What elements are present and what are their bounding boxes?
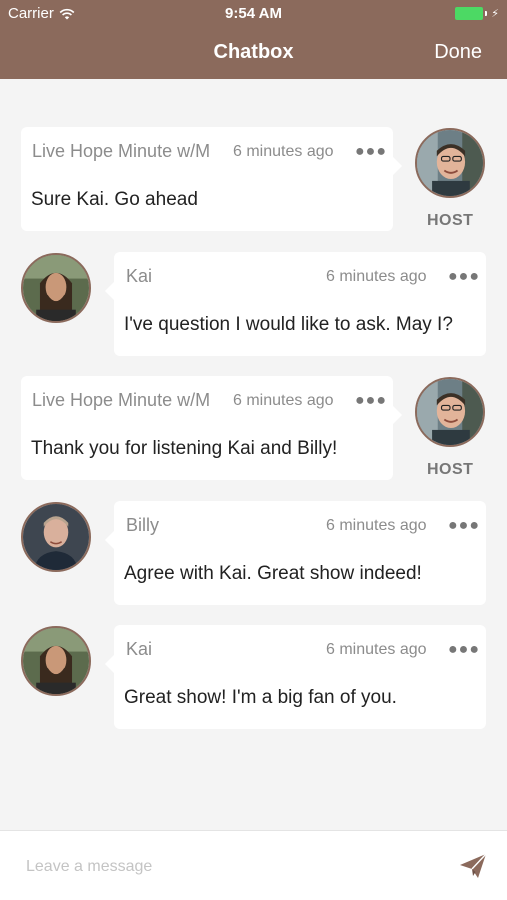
more-icon[interactable]: ●●● bbox=[355, 143, 387, 161]
clock: 9:54 AM bbox=[225, 5, 282, 22]
sender-name: Kai bbox=[126, 639, 153, 659]
message-time: 6 minutes ago bbox=[233, 392, 334, 409]
message-bubble: Live Hope Minute w/M 6 minutes ago ●●● T… bbox=[21, 376, 402, 480]
more-icon[interactable]: ●●● bbox=[448, 517, 480, 535]
sender-name: Kai bbox=[126, 266, 153, 286]
page-title: Chatbox bbox=[213, 41, 294, 63]
message-bubble: Billy 6 minutes ago ●●● Agree with Kai. … bbox=[105, 501, 486, 605]
message-time: 6 minutes ago bbox=[326, 641, 427, 658]
more-icon[interactable]: ●●● bbox=[448, 641, 480, 659]
message-text: Sure Kai. Go ahead bbox=[31, 189, 198, 210]
message-text: Thank you for listening Kai and Billy! bbox=[31, 438, 338, 459]
chat-screen: Carrier 9:54 AM ⚡ Chatbox Done Live Hope… bbox=[0, 0, 507, 900]
message-text: Great show! I'm a big fan of you. bbox=[124, 687, 397, 708]
message-input[interactable] bbox=[24, 853, 428, 881]
status-bar: Carrier 9:54 AM ⚡ bbox=[0, 0, 507, 28]
billy-avatar[interactable] bbox=[21, 502, 91, 572]
kai-avatar[interactable] bbox=[21, 626, 91, 696]
message-bubble: Live Hope Minute w/M 6 minutes ago ●●● S… bbox=[21, 127, 402, 231]
sender-name: Live Hope Minute w/M bbox=[32, 390, 211, 410]
kai-avatar[interactable] bbox=[21, 253, 91, 323]
message-bubble: Kai 6 minutes ago ●●● I've question I wo… bbox=[105, 252, 486, 356]
sender-name: Live Hope Minute w/M bbox=[32, 141, 211, 161]
more-icon[interactable]: ●●● bbox=[448, 268, 480, 286]
message-text: I've question I would like to ask. May I… bbox=[124, 314, 453, 335]
paper-plane-icon[interactable] bbox=[459, 852, 487, 880]
done-button[interactable]: Done bbox=[434, 41, 482, 64]
host-avatar[interactable] bbox=[415, 128, 485, 198]
message-text: Agree with Kai. Great show indeed! bbox=[124, 563, 422, 584]
host-label: HOST bbox=[427, 212, 474, 229]
header: Carrier 9:54 AM ⚡ Chatbox Done bbox=[0, 0, 507, 79]
message-time: 6 minutes ago bbox=[326, 517, 427, 534]
sender-name: Billy bbox=[126, 515, 160, 535]
host-avatar[interactable] bbox=[415, 377, 485, 447]
more-icon[interactable]: ●●● bbox=[355, 392, 387, 410]
host-label: HOST bbox=[427, 461, 474, 478]
battery-icon: ⚡ bbox=[455, 7, 499, 20]
charging-icon: ⚡ bbox=[491, 8, 499, 20]
message-bubble: Kai 6 minutes ago ●●● Great show! I'm a … bbox=[105, 625, 486, 729]
message-composer bbox=[0, 830, 507, 900]
message-time: 6 minutes ago bbox=[233, 143, 334, 160]
message-time: 6 minutes ago bbox=[326, 268, 427, 285]
